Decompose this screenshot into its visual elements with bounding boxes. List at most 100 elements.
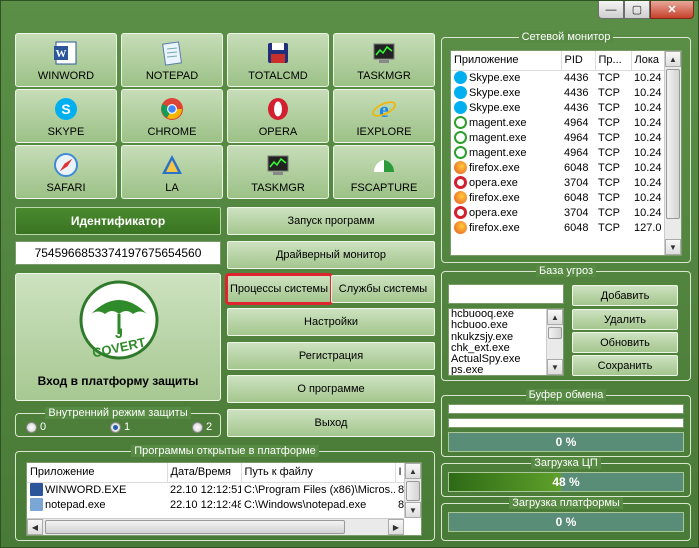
taskmgr-icon (370, 39, 398, 67)
col-header[interactable]: PID (561, 51, 596, 71)
mode-radio-1[interactable]: 1 (110, 421, 130, 433)
table-row[interactable]: magent.exe 4964 TCP 10.24 (451, 115, 666, 130)
clipboard-progress: 0 % (448, 432, 684, 452)
settings-button[interactable]: Настройки (227, 308, 435, 336)
open-programs-table: Приложение Дата/Время Путь к файлу I WIN… (27, 463, 407, 512)
svg-text:S: S (61, 101, 70, 117)
identifier-value[interactable]: 7545966853374197675654560 (15, 241, 221, 265)
tile-label: SKYPE (47, 126, 85, 138)
table-row[interactable]: Skype.exe 4436 TCP 10.24 (451, 85, 666, 100)
table-row[interactable]: Skype.exe 4436 TCP 10.24 (451, 100, 666, 115)
launch-programs-button[interactable]: Запуск программ (227, 207, 435, 235)
opera-icon (454, 206, 467, 219)
horizontal-scrollbar[interactable]: ◀ ▶ (27, 518, 404, 535)
network-monitor-list[interactable]: Приложение PID Пр... Лока Skype.exe 4436 T… (450, 50, 682, 256)
open-programs-list[interactable]: Приложение Дата/Время Путь к файлу I WIN… (26, 462, 422, 536)
col-header[interactable]: Дата/Время (167, 463, 242, 483)
list-item[interactable]: ps.exe (451, 365, 546, 375)
table-row[interactable]: magent.exe 4964 TCP 10.24 (451, 130, 666, 145)
update-threat-button[interactable]: Обновить (572, 332, 678, 353)
table-row[interactable]: opera.exe 3704 TCP 10.24 (451, 205, 666, 220)
tile-notepad[interactable]: NOTEPAD (121, 33, 223, 87)
skype-icon: S (52, 95, 80, 123)
scroll-left-icon[interactable]: ◀ (27, 519, 43, 535)
about-button[interactable]: О программе (227, 375, 435, 403)
col-header[interactable]: Лока (631, 51, 667, 71)
skype-icon (454, 101, 467, 114)
login-panel[interactable]: J COVERT Вход в платформу защиты (15, 273, 221, 401)
table-row[interactable]: firefox.exe 6048 TCP 10.24 (451, 160, 666, 175)
tile-opera[interactable]: OPERA (227, 89, 329, 143)
minimize-button[interactable]: — (598, 1, 624, 19)
tile-label: TASKMGR (357, 70, 411, 82)
vertical-scrollbar[interactable]: ▲ ▼ (404, 463, 421, 518)
exit-button[interactable]: Выход (227, 409, 435, 437)
driver-monitor-button[interactable]: Драйверный монитор (227, 241, 435, 269)
table-row[interactable]: magent.exe 4964 TCP 10.24 (451, 145, 666, 160)
scroll-up-icon[interactable]: ▲ (547, 309, 563, 325)
cpu-progress: 48 % (448, 472, 684, 492)
table-row[interactable]: Skype.exe 4436 TCP 10.24 (451, 70, 666, 85)
table-row[interactable]: firefox.exe 6048 TCP 10.24 (451, 190, 666, 205)
scroll-down-icon[interactable]: ▼ (547, 359, 563, 375)
internal-mode-title: Внутренний режим защиты (45, 407, 191, 419)
maximize-button[interactable]: ▢ (624, 1, 650, 19)
table-row[interactable]: WINWORD.EXE 22.10 12:12:51 C:\Program Fi… (27, 482, 406, 497)
tile-label: WINWORD (37, 70, 95, 82)
tile-winword[interactable]: W WINWORD (15, 33, 117, 87)
table-row[interactable]: opera.exe 3704 TCP 10.24 (451, 175, 666, 190)
tile-taskmgr-2[interactable]: TASKMGR (227, 145, 329, 199)
add-threat-button[interactable]: Добавить (572, 285, 678, 306)
scroll-down-icon[interactable]: ▼ (405, 502, 421, 518)
clipboard-title: Буфер обмена (525, 389, 607, 401)
system-services-button[interactable]: Службы системы (331, 275, 435, 303)
cpu-progress-fill (449, 473, 562, 491)
notepad-icon (158, 39, 186, 67)
threat-input[interactable] (448, 284, 564, 304)
tile-totalcmd[interactable]: TOTALCMD (227, 33, 329, 87)
identifier-header: Идентификатор (15, 207, 221, 235)
vertical-scrollbar[interactable]: ▲ ▼ (546, 309, 563, 375)
close-button[interactable]: ✕ (650, 1, 694, 19)
scroll-thumb[interactable] (45, 520, 345, 534)
vertical-scrollbar[interactable]: ▲ ▼ (664, 51, 681, 255)
scroll-thumb[interactable] (406, 481, 420, 501)
network-monitor-title: Сетевой монитор (518, 31, 614, 43)
scroll-up-icon[interactable]: ▲ (665, 51, 681, 67)
col-header[interactable]: Приложение (27, 463, 168, 483)
firefox-icon (454, 191, 467, 204)
table-row[interactable]: firefox.exe 6048 TCP 127.0 (451, 220, 666, 235)
delete-threat-button[interactable]: Удалить (572, 309, 678, 330)
fscapture-icon (370, 151, 398, 179)
platform-load-progress: 0 % (448, 512, 684, 532)
platform-load-group: Загрузка платформы 0 % (441, 497, 691, 541)
tile-iexplore[interactable]: e IEXPLORE (333, 89, 435, 143)
tile-chrome[interactable]: CHROME (121, 89, 223, 143)
save-threat-button[interactable]: Сохранить (572, 355, 678, 376)
opera-icon (264, 95, 292, 123)
tile-fscapture[interactable]: FSCAPTURE (333, 145, 435, 199)
tile-skype[interactable]: S SKYPE (15, 89, 117, 143)
clipboard-line-1 (448, 404, 684, 414)
tile-safari[interactable]: SAFARI (15, 145, 117, 199)
table-row[interactable]: notepad.exe 22.10 12:12:48 C:\Windows\no… (27, 497, 406, 512)
tile-la[interactable]: LA (121, 145, 223, 199)
scroll-down-icon[interactable]: ▼ (665, 239, 681, 255)
scroll-thumb[interactable] (666, 69, 680, 219)
list-item[interactable]: hcbuoo.exe (451, 319, 546, 331)
scroll-thumb[interactable] (548, 327, 562, 339)
col-header[interactable]: Приложение (451, 51, 562, 71)
registration-button[interactable]: Регистрация (227, 342, 435, 370)
col-header[interactable]: Пр... (595, 51, 632, 71)
scroll-right-icon[interactable]: ▶ (388, 519, 404, 535)
tile-taskmgr[interactable]: TASKMGR (333, 33, 435, 87)
system-processes-button[interactable]: Процессы системы (225, 273, 333, 305)
threat-list[interactable]: hcbuooq.exe hcbuoo.exe nkukzsjy.exe chk_ext… (448, 308, 564, 376)
scroll-up-icon[interactable]: ▲ (405, 463, 421, 479)
mode-radio-2[interactable]: 2 (192, 421, 212, 433)
magent-icon (454, 131, 467, 144)
radio-indicator (26, 421, 37, 433)
main-window: — ▢ ✕ W WINWORD NOTEPAD TOTALCMD TASKMGR… (0, 0, 699, 548)
mode-radio-0[interactable]: 0 (26, 421, 46, 433)
col-header[interactable]: Путь к файлу (241, 463, 396, 483)
